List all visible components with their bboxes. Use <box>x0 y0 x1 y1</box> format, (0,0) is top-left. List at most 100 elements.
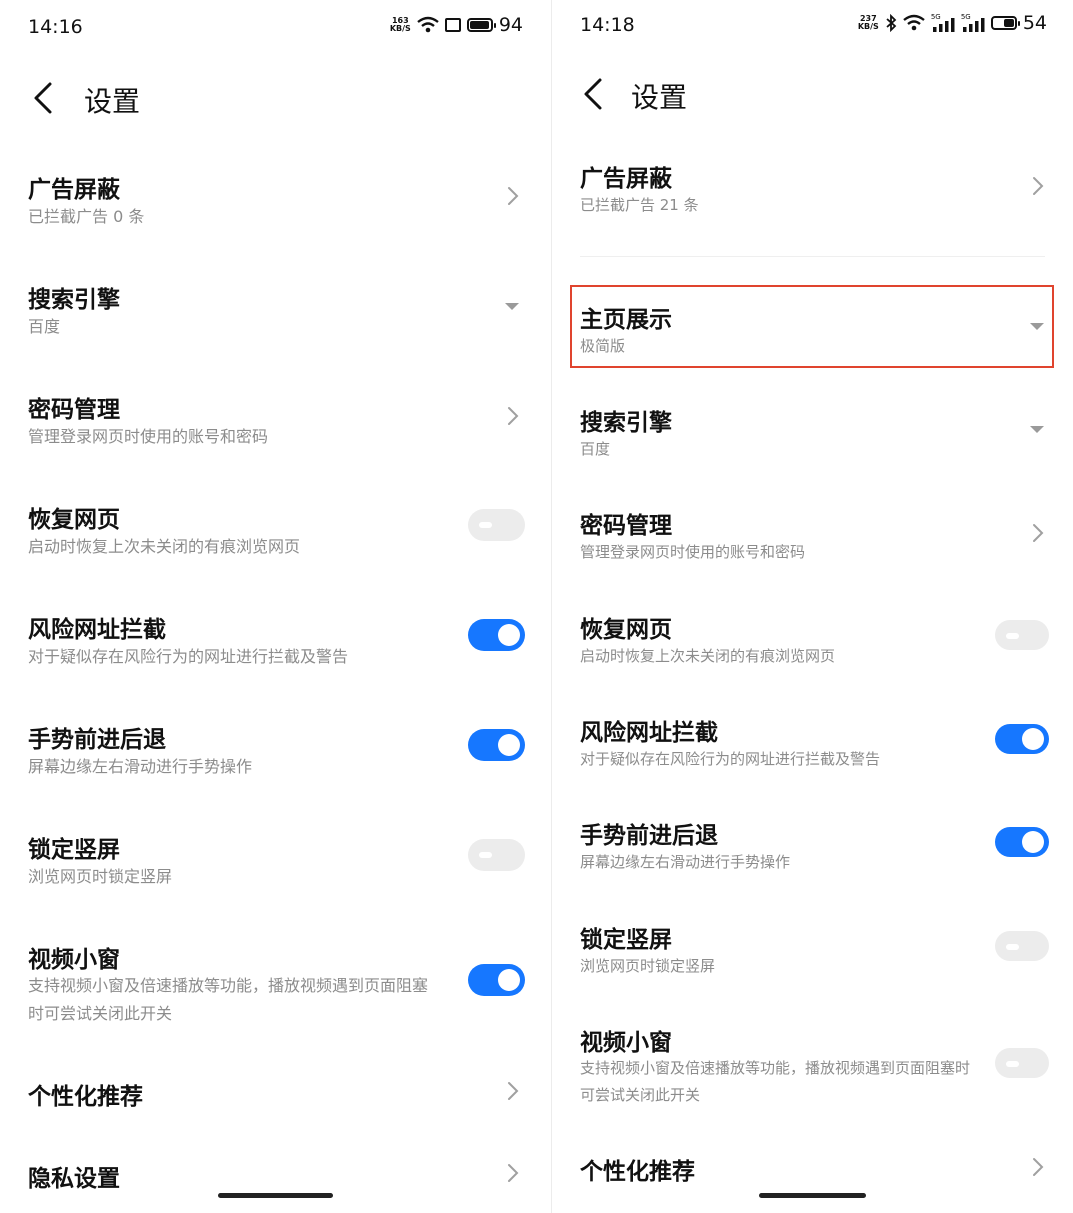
lock-portrait-toggle[interactable] <box>468 839 525 871</box>
setting-title: 个性化推荐 <box>28 1077 143 1111</box>
setting-video-window: 视频小窗 支持视频小窗及倍速播放等功能，播放视频遇到页面阻塞时可尝试关闭此开关 <box>0 935 551 1045</box>
setting-personalized[interactable]: 个性化推荐 <box>552 1150 1073 1190</box>
wifi-icon <box>417 16 439 34</box>
setting-title: 个性化推荐 <box>580 1152 695 1186</box>
setting-title: 恢复网页 <box>580 610 672 644</box>
chevron-right-icon <box>506 1162 520 1184</box>
chevron-right-icon <box>1031 175 1045 197</box>
dropdown-arrow-icon <box>1030 323 1044 330</box>
chevron-right-icon <box>506 405 520 427</box>
video-window-toggle[interactable] <box>468 964 525 996</box>
gesture-nav-toggle[interactable] <box>995 827 1049 857</box>
setting-title: 密码管理 <box>28 390 120 424</box>
setting-title: 手势前进后退 <box>28 720 166 754</box>
setting-subtitle: 百度 <box>28 313 60 341</box>
setting-risk-url-block: 风险网址拦截 对于疑似存在风险行为的网址进行拦截及警告 <box>552 710 1073 800</box>
setting-subtitle: 启动时恢复上次未关闭的有痕浏览网页 <box>28 533 300 561</box>
video-window-toggle[interactable] <box>995 1048 1049 1078</box>
home-indicator[interactable] <box>759 1193 866 1198</box>
setting-restore-pages: 恢复网页 启动时恢复上次未关闭的有痕浏览网页 <box>0 495 551 585</box>
setting-personalized[interactable]: 个性化推荐 <box>0 1073 551 1123</box>
setting-gesture-nav: 手势前进后退 屏幕边缘左右滑动进行手势操作 <box>552 813 1073 903</box>
setting-video-window: 视频小窗 支持视频小窗及倍速播放等功能，播放视频遇到页面阻塞时可尝试关闭此开关 <box>552 1020 1073 1120</box>
setting-subtitle: 启动时恢复上次未关闭的有痕浏览网页 <box>580 642 835 670</box>
right-screen: 14:18 237KB/S 5G 5G 54 设置 广告屏蔽 已拦截广告 21 … <box>552 0 1073 1213</box>
setting-title: 广告屏蔽 <box>580 159 672 193</box>
setting-subtitle: 屏幕边缘左右滑动进行手势操作 <box>28 753 252 781</box>
chevron-right-icon <box>506 1080 520 1102</box>
back-arrow-icon[interactable] <box>580 74 606 114</box>
network-speed: 237KB/S <box>858 15 879 31</box>
chevron-right-icon <box>506 185 520 207</box>
home-indicator[interactable] <box>218 1193 333 1198</box>
setting-gesture-nav: 手势前进后退 屏幕边缘左右滑动进行手势操作 <box>0 715 551 805</box>
setting-subtitle: 浏览网页时锁定竖屏 <box>580 952 715 980</box>
setting-subtitle: 百度 <box>580 435 610 463</box>
setting-title: 风险网址拦截 <box>28 610 166 644</box>
back-arrow-icon[interactable] <box>30 78 56 118</box>
setting-title: 锁定竖屏 <box>28 830 120 864</box>
setting-title: 风险网址拦截 <box>580 713 718 747</box>
setting-subtitle: 浏览网页时锁定竖屏 <box>28 863 172 891</box>
lock-portrait-toggle[interactable] <box>995 931 1049 961</box>
chevron-right-icon <box>1031 522 1045 544</box>
restore-pages-toggle[interactable] <box>995 620 1049 650</box>
setting-subtitle: 支持视频小窗及倍速播放等功能，播放视频遇到页面阻塞时可尝试关闭此开关 <box>28 972 443 1028</box>
setting-title: 广告屏蔽 <box>28 170 120 204</box>
status-time: 14:18 <box>580 14 635 36</box>
risk-url-block-toggle[interactable] <box>995 724 1049 754</box>
status-bar: 14:16 163KB/S 94 <box>0 0 551 30</box>
left-screen: 14:16 163KB/S 94 设置 广告屏蔽 已拦截广告 0 条 搜索引擎 … <box>0 0 551 1213</box>
signal-bars-icon <box>933 18 955 32</box>
chevron-right-icon <box>1031 1156 1045 1178</box>
setting-subtitle: 支持视频小窗及倍速播放等功能，播放视频遇到页面阻塞时可尝试关闭此开关 <box>580 1055 972 1109</box>
section-divider <box>580 256 1045 257</box>
page-title: 设置 <box>631 76 687 116</box>
setting-password-manager[interactable]: 密码管理 管理登录网页时使用的账号和密码 <box>552 503 1073 593</box>
restore-pages-toggle[interactable] <box>468 509 525 541</box>
setting-password-manager[interactable]: 密码管理 管理登录网页时使用的账号和密码 <box>0 385 551 475</box>
battery-icon <box>991 16 1017 30</box>
setting-subtitle: 极简版 <box>580 332 625 360</box>
setting-restore-pages: 恢复网页 启动时恢复上次未关闭的有痕浏览网页 <box>552 607 1073 697</box>
setting-ad-block[interactable]: 广告屏蔽 已拦截广告 21 条 <box>552 157 1073 247</box>
status-bar: 14:18 237KB/S 5G 5G 54 <box>552 0 1073 30</box>
setting-subtitle: 已拦截广告 0 条 <box>28 203 144 231</box>
setting-subtitle: 屏幕边缘左右滑动进行手势操作 <box>580 848 790 876</box>
risk-url-block-toggle[interactable] <box>468 619 525 651</box>
dropdown-arrow-icon <box>505 303 519 310</box>
setting-title: 搜索引擎 <box>580 403 672 437</box>
network-speed: 163KB/S <box>390 17 411 33</box>
setting-search-engine[interactable]: 搜索引擎 百度 <box>0 275 551 365</box>
setting-title: 搜索引擎 <box>28 280 120 314</box>
setting-lock-portrait: 锁定竖屏 浏览网页时锁定竖屏 <box>0 825 551 915</box>
status-time: 14:16 <box>28 16 83 38</box>
battery-level: 54 <box>1023 12 1047 34</box>
bluetooth-icon <box>885 14 897 32</box>
setting-subtitle: 对于疑似存在风险行为的网址进行拦截及警告 <box>28 643 348 671</box>
setting-title: 隐私设置 <box>28 1159 120 1193</box>
setting-search-engine[interactable]: 搜索引擎 百度 <box>552 400 1073 490</box>
setting-title: 密码管理 <box>580 506 672 540</box>
setting-homepage-display[interactable]: 主页展示 极简版 <box>552 297 1073 367</box>
setting-title: 锁定竖屏 <box>580 920 672 954</box>
battery-icon <box>467 18 493 32</box>
setting-title: 恢复网页 <box>28 500 120 534</box>
header: 设置 <box>0 68 551 128</box>
setting-title: 主页展示 <box>580 300 672 334</box>
signal-bars-icon <box>963 18 985 32</box>
status-icons: 237KB/S 5G 5G 54 <box>858 12 1047 34</box>
setting-ad-block[interactable]: 广告屏蔽 已拦截广告 0 条 <box>0 165 551 255</box>
setting-subtitle: 管理登录网页时使用的账号和密码 <box>28 423 268 451</box>
gesture-nav-toggle[interactable] <box>468 729 525 761</box>
setting-subtitle: 对于疑似存在风险行为的网址进行拦截及警告 <box>580 745 880 773</box>
page-title: 设置 <box>84 80 140 120</box>
setting-subtitle: 已拦截广告 21 条 <box>580 191 699 219</box>
setting-lock-portrait: 锁定竖屏 浏览网页时锁定竖屏 <box>552 917 1073 1007</box>
dropdown-arrow-icon <box>1030 426 1044 433</box>
setting-risk-url-block: 风险网址拦截 对于疑似存在风险行为的网址进行拦截及警告 <box>0 605 551 695</box>
signal-1: 5G <box>931 14 955 32</box>
setting-title: 手势前进后退 <box>580 816 718 850</box>
status-icons: 163KB/S 94 <box>390 14 523 36</box>
screen-mirror-icon <box>445 18 461 32</box>
